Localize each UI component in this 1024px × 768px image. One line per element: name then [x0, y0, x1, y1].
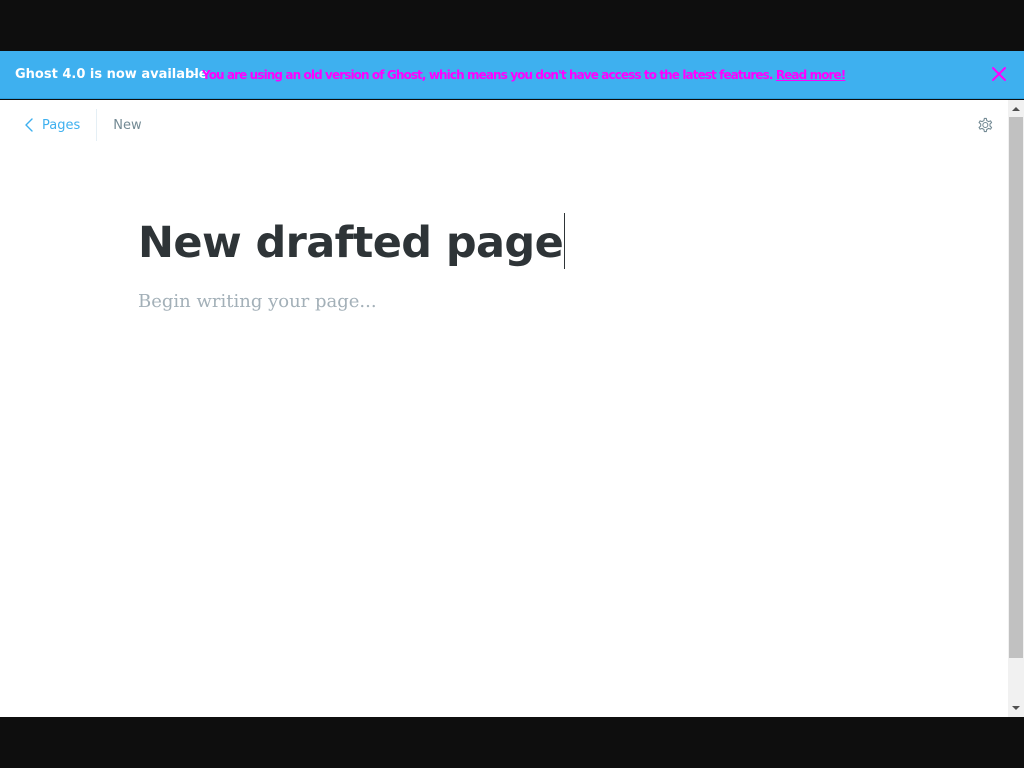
back-to-pages-link[interactable]: Pages — [24, 118, 96, 133]
banner-message: You are using an old version of Ghost, w… — [202, 68, 846, 82]
back-link-label: Pages — [42, 117, 81, 133]
banner-close-button[interactable] — [989, 64, 1009, 84]
breadcrumb-divider — [96, 109, 98, 141]
page-status: New — [113, 117, 142, 133]
letterbox-bottom — [0, 717, 1024, 768]
scroll-down-arrow[interactable] — [1008, 700, 1024, 716]
breadcrumb: Pages New — [24, 109, 142, 141]
close-icon — [992, 67, 1006, 81]
chevron-left-icon — [25, 118, 33, 132]
triangle-up-icon — [1012, 107, 1020, 111]
page-body-editor[interactable]: Begin writing your page... — [138, 291, 898, 312]
page-title-text: New drafted page — [138, 218, 564, 268]
page-title-input[interactable]: New drafted page — [138, 213, 898, 269]
letterbox-top — [0, 0, 1024, 51]
screen: Ghost 4.0 is now available - You are usi… — [0, 0, 1024, 768]
triangle-down-icon — [1012, 706, 1020, 710]
editor-app: Pages New New drafted page Begin writing… — [0, 100, 1008, 717]
banner-read-more-link[interactable]: Read more! — [776, 68, 846, 82]
banner-separator: - — [193, 67, 198, 82]
gear-icon — [978, 117, 993, 133]
settings-button[interactable] — [975, 115, 995, 135]
vertical-scrollbar[interactable] — [1008, 100, 1024, 717]
upgrade-banner: Ghost 4.0 is now available - You are usi… — [0, 51, 1024, 99]
scroll-thumb[interactable] — [1009, 117, 1023, 658]
banner-message-text: You are using an old version of Ghost, w… — [202, 68, 773, 82]
banner-title: Ghost 4.0 is now available — [15, 67, 208, 82]
text-caret — [564, 213, 566, 269]
scroll-up-arrow[interactable] — [1008, 101, 1024, 117]
